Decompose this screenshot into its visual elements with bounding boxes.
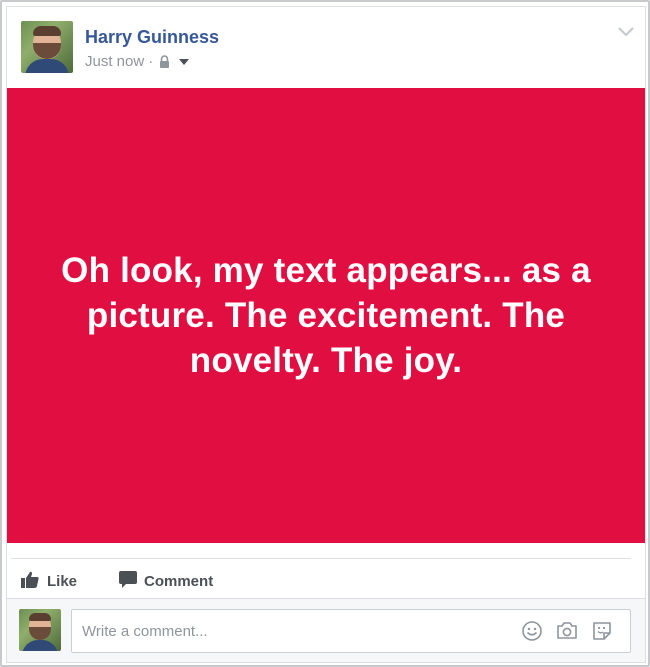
thumbs-up-icon bbox=[21, 571, 47, 592]
speech-bubble-icon bbox=[119, 570, 144, 592]
like-button[interactable]: Like bbox=[21, 571, 77, 592]
post-actions: Like Comment bbox=[21, 567, 213, 595]
post-meta: Just now · bbox=[85, 53, 190, 70]
post-frame: Harry Guinness Just now · Oh look, my te… bbox=[0, 0, 650, 667]
author-name-link[interactable]: Harry Guinness bbox=[85, 27, 219, 48]
comment-label: Comment bbox=[144, 572, 214, 590]
avatar-beard bbox=[33, 43, 61, 59]
avatar-hair bbox=[33, 26, 61, 36]
comment-button[interactable]: Comment bbox=[119, 570, 214, 592]
avatar-shirt bbox=[22, 640, 58, 651]
post-header: Harry Guinness Just now · bbox=[7, 7, 645, 89]
post-timestamp[interactable]: Just now bbox=[85, 53, 144, 70]
avatar-hair bbox=[29, 613, 51, 621]
meta-separator: · bbox=[148, 53, 154, 70]
comment-box bbox=[71, 609, 631, 653]
post-text: Oh look, my text appears... as a picture… bbox=[61, 251, 591, 380]
commenter-avatar bbox=[19, 609, 61, 651]
camera-icon[interactable] bbox=[556, 620, 578, 642]
avatar-shirt bbox=[25, 59, 69, 73]
sticker-icon[interactable] bbox=[591, 620, 613, 642]
post-card: Harry Guinness Just now · Oh look, my te… bbox=[6, 6, 646, 663]
avatar-beard bbox=[29, 627, 51, 640]
comment-composer bbox=[7, 598, 645, 662]
chevron-down-icon[interactable] bbox=[617, 25, 635, 39]
comment-input[interactable] bbox=[80, 610, 504, 652]
text-post-image[interactable]: Oh look, my text appears... as a picture… bbox=[7, 88, 645, 543]
like-label: Like bbox=[47, 572, 78, 590]
lock-icon bbox=[159, 55, 170, 68]
actions-divider bbox=[11, 558, 631, 559]
author-avatar[interactable] bbox=[21, 21, 73, 73]
caret-down-icon[interactable] bbox=[178, 58, 190, 66]
emoji-icon[interactable] bbox=[521, 620, 543, 642]
